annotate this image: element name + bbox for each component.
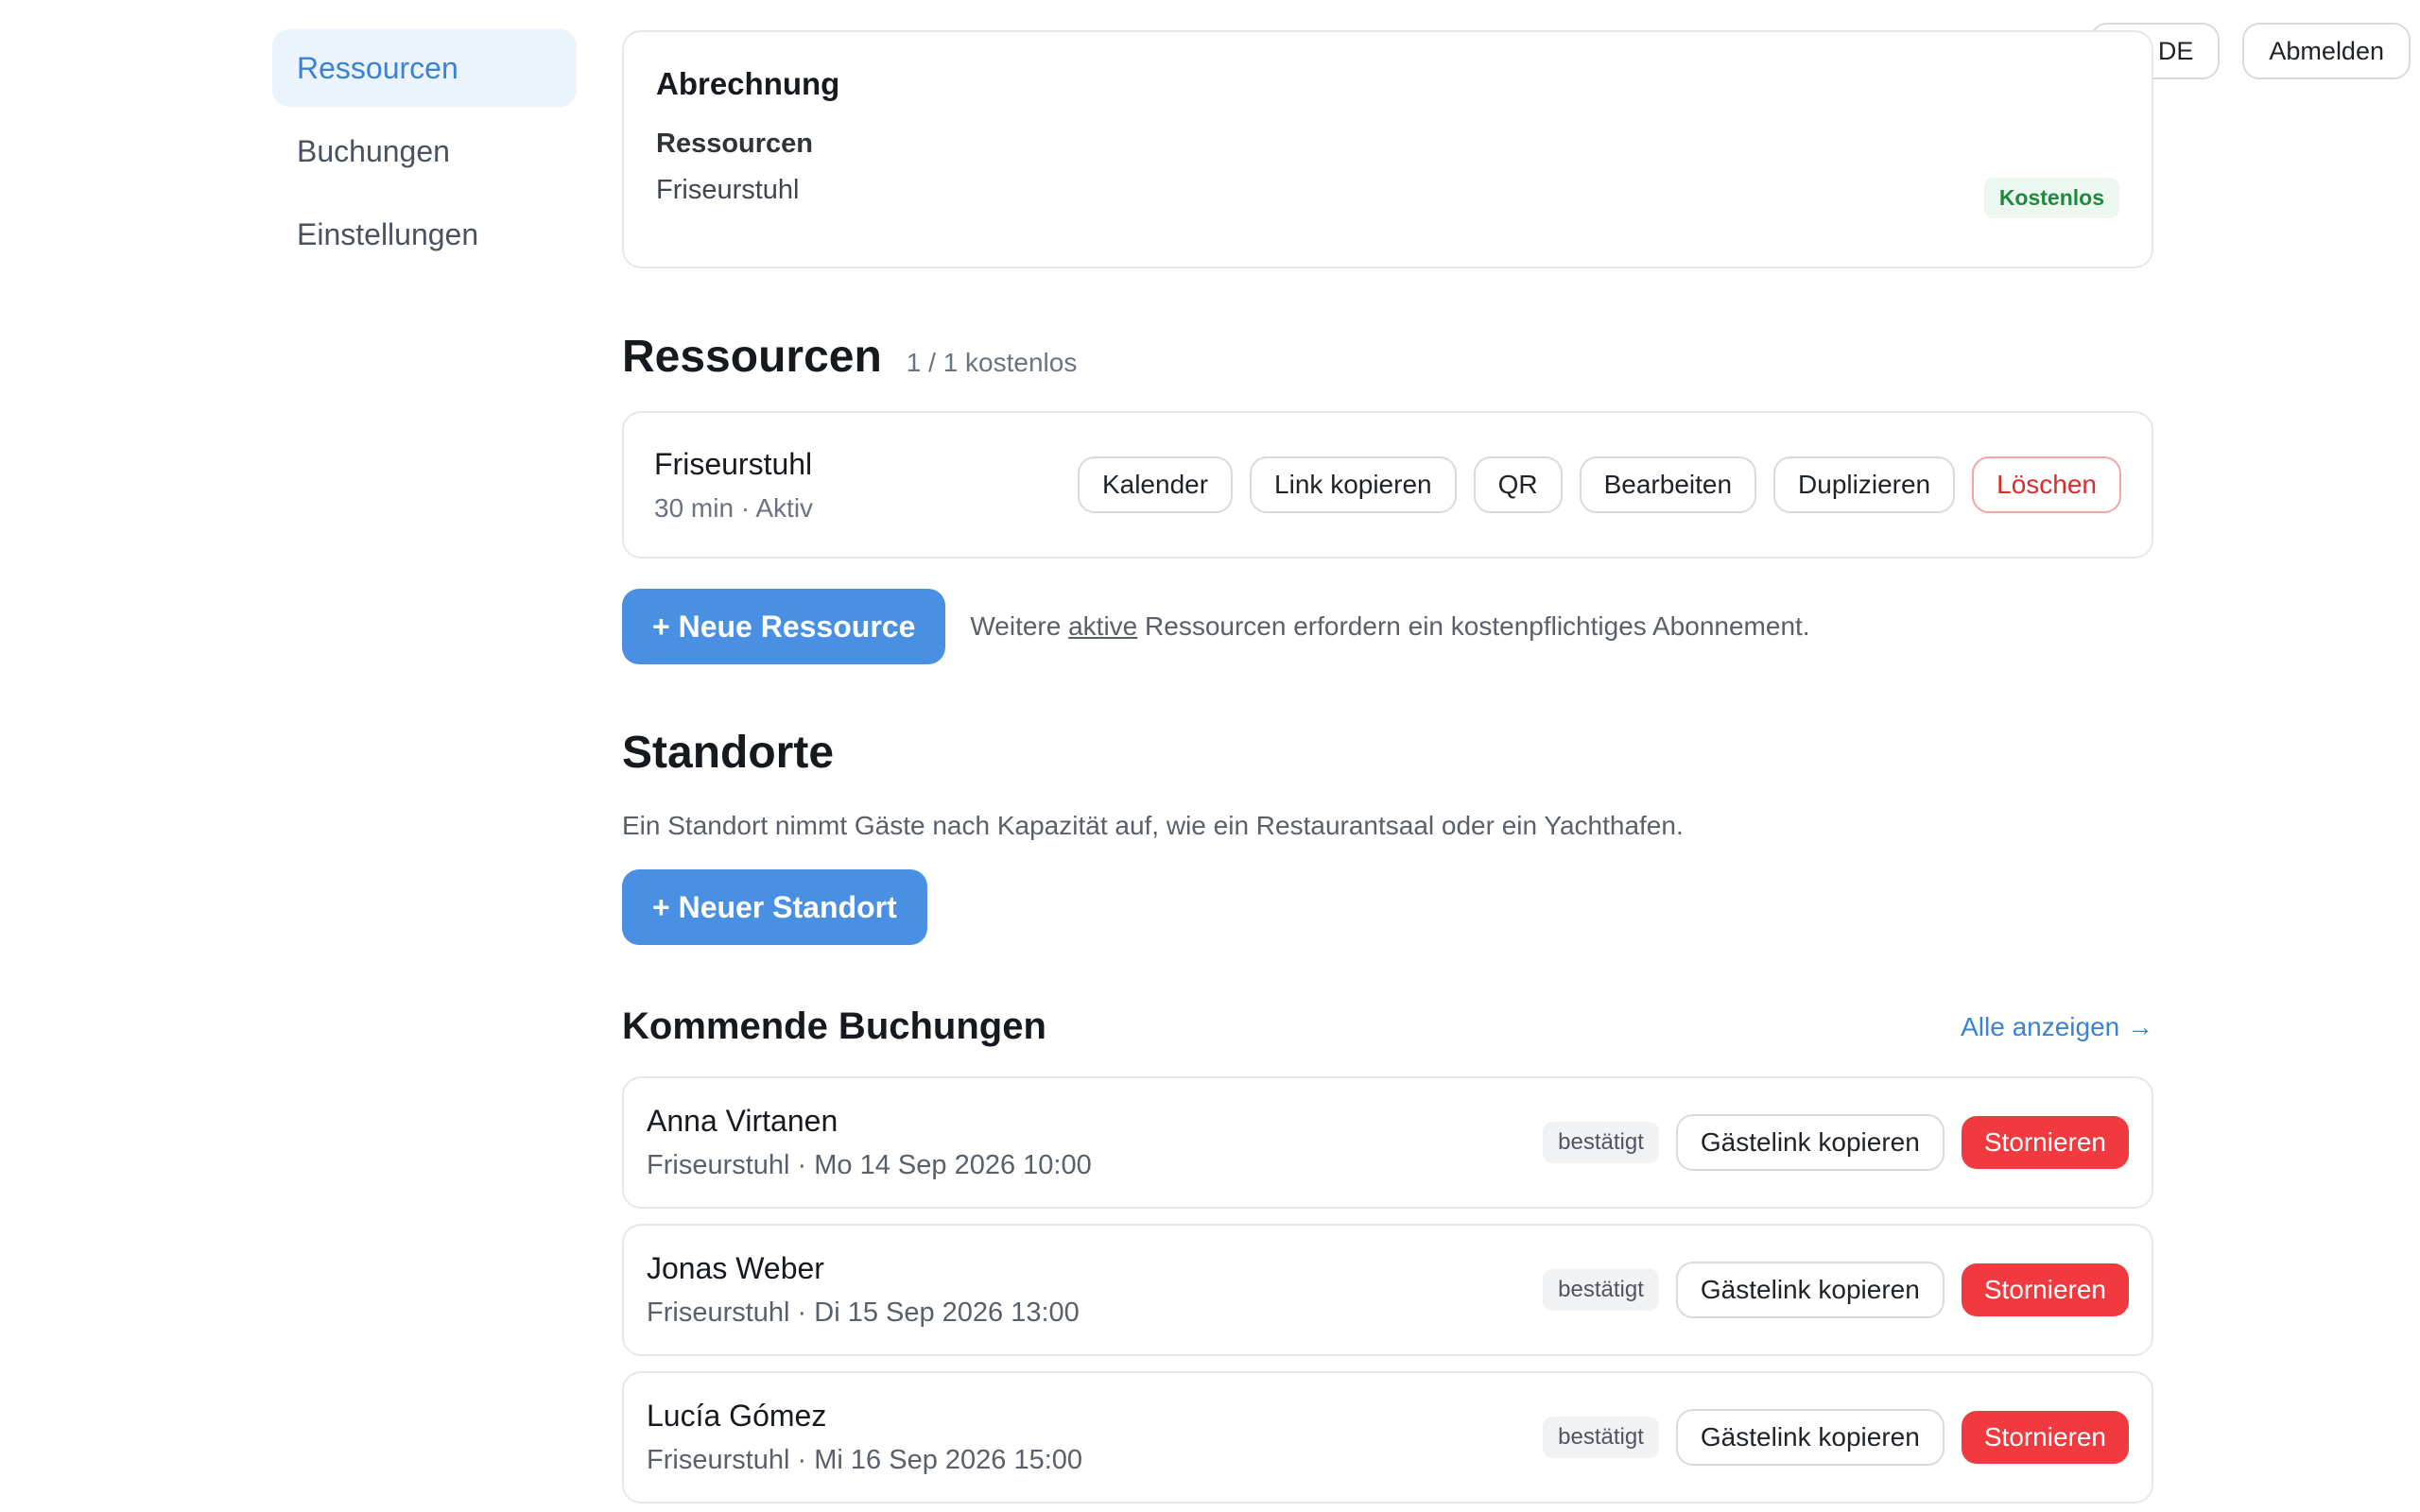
booking-card: Anna Virtanen Friseurstuhl · Mo 14 Sep 2… (622, 1076, 2153, 1209)
copy-guest-link-button[interactable]: Gästelink kopieren (1675, 1114, 1945, 1171)
duplicate-button[interactable]: Duplizieren (1773, 456, 1956, 513)
bookings-title: Kommende Buchungen (622, 1005, 1046, 1047)
resource-actions: Kalender Link kopieren QR Bearbeiten Dup… (1077, 456, 2121, 513)
hint-text-after: Ressourcen erfordern ein kostenpflichtig… (1137, 611, 1810, 641)
booking-actions: bestätigt Gästelink kopieren Stornieren (1543, 1409, 2129, 1466)
status-badge: bestätigt (1543, 1122, 1659, 1163)
cancel-booking-button[interactable]: Stornieren (1961, 1116, 2129, 1169)
resource-name: Friseurstuhl (654, 446, 813, 481)
sidebar-item-bookings[interactable]: Buchungen (272, 112, 577, 190)
billing-resource-name: Friseurstuhl (656, 175, 800, 205)
status-badge: bestätigt (1543, 1417, 1659, 1458)
guest-name: Jonas Weber (647, 1251, 824, 1285)
logout-button[interactable]: Abmelden (2242, 23, 2411, 79)
sidebar-item-resources[interactable]: Ressourcen (272, 29, 577, 107)
resources-title: Ressourcen (622, 332, 882, 382)
show-all-link[interactable]: Alle anzeigen → (1961, 1012, 2153, 1042)
status-badge: bestätigt (1543, 1269, 1659, 1311)
resource-card: Friseurstuhl 30 min · Aktiv Kalender Lin… (622, 411, 2153, 558)
new-resource-row: + Neue Ressource Weitere aktive Ressourc… (622, 589, 2153, 664)
edit-button[interactable]: Bearbeiten (1579, 456, 1757, 513)
booking-info: Jonas Weber Friseurstuhl · Di 15 Sep 202… (647, 1251, 1080, 1329)
new-resource-button[interactable]: + Neue Ressource (622, 589, 946, 664)
copy-guest-link-button[interactable]: Gästelink kopieren (1675, 1262, 1945, 1318)
billing-card: Abrechnung Ressourcen Friseurstuhl Koste… (622, 30, 2153, 268)
language-label: DE (2157, 36, 2194, 65)
sidebar: Ressourcen Buchungen Einstellungen (272, 29, 577, 279)
resource-meta: 30 min · Aktiv (654, 492, 814, 523)
bookings-header: Kommende Buchungen Alle anzeigen → (622, 1005, 2153, 1048)
subscription-hint: Weitere aktive Ressourcen erfordern ein … (970, 611, 1809, 642)
copy-guest-link-button[interactable]: Gästelink kopieren (1675, 1409, 1945, 1466)
cancel-booking-button[interactable]: Stornieren (1961, 1411, 2129, 1464)
booking-details: Friseurstuhl · Mi 16 Sep 2026 15:00 (647, 1445, 1083, 1475)
billing-subtitle: Ressourcen (656, 129, 814, 159)
booking-info: Anna Virtanen Friseurstuhl · Mo 14 Sep 2… (647, 1104, 1092, 1181)
active-link[interactable]: aktive (1068, 611, 1137, 641)
copy-link-button[interactable]: Link kopieren (1250, 456, 1457, 513)
billing-title: Abrechnung (656, 66, 840, 101)
booking-actions: bestätigt Gästelink kopieren Stornieren (1543, 1114, 2129, 1171)
sidebar-item-settings[interactable]: Einstellungen (272, 196, 577, 273)
main-content: Abrechnung Ressourcen Friseurstuhl Koste… (622, 30, 2153, 1503)
bookings-list: Anna Virtanen Friseurstuhl · Mo 14 Sep 2… (622, 1076, 2153, 1503)
guest-name: Anna Virtanen (647, 1104, 838, 1138)
booking-actions: bestätigt Gästelink kopieren Stornieren (1543, 1262, 2129, 1318)
booking-info: Lucía Gómez Friseurstuhl · Mi 16 Sep 202… (647, 1399, 1082, 1476)
plan-badge: Kostenlos (1983, 178, 2119, 218)
booking-card: Lucía Gómez Friseurstuhl · Mi 16 Sep 202… (622, 1371, 2153, 1503)
resource-info: Friseurstuhl 30 min · Aktiv (654, 447, 813, 524)
booking-details: Friseurstuhl · Mo 14 Sep 2026 10:00 (647, 1150, 1092, 1180)
booking-details: Friseurstuhl · Di 15 Sep 2026 13:00 (647, 1297, 1080, 1328)
booking-card: Jonas Weber Friseurstuhl · Di 15 Sep 202… (622, 1224, 2153, 1356)
delete-button[interactable]: Löschen (1972, 456, 2121, 513)
calendar-button[interactable]: Kalender (1077, 456, 1234, 513)
cancel-booking-button[interactable]: Stornieren (1961, 1263, 2129, 1316)
locations-description: Ein Standort nimmt Gäste nach Kapazität … (622, 811, 1684, 840)
locations-title: Standorte (622, 728, 835, 778)
guest-name: Lucía Gómez (647, 1399, 827, 1433)
hint-text-before: Weitere (970, 611, 1069, 641)
resources-count: 1 / 1 kostenlos (906, 348, 1078, 377)
new-location-button[interactable]: + Neuer Standort (622, 869, 927, 945)
qr-button[interactable]: QR (1473, 456, 1563, 513)
resources-header: Ressourcen 1 / 1 kostenlos (622, 331, 2153, 383)
